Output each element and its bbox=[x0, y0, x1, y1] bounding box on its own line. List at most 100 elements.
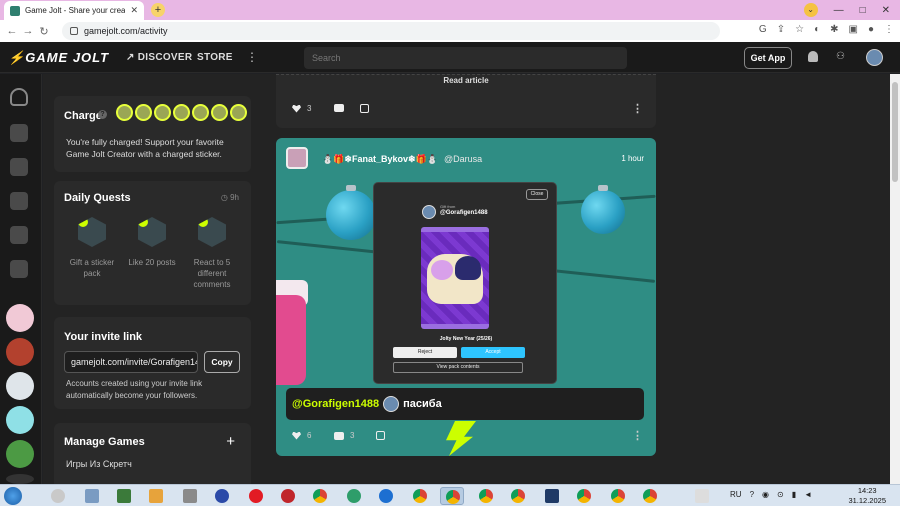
mention-link[interactable]: @Gorafigen1488 bbox=[292, 398, 379, 410]
help-icon[interactable]: ? bbox=[98, 110, 107, 119]
quest-item[interactable]: ✓ Gift a sticker pack bbox=[64, 217, 120, 279]
collection-icon[interactable] bbox=[10, 260, 28, 278]
chrome-icon[interactable] bbox=[308, 487, 332, 505]
quests-timer: ◷ 9h bbox=[220, 193, 239, 202]
taskbar-app[interactable] bbox=[112, 487, 136, 505]
library-icon[interactable] bbox=[10, 226, 28, 244]
chrome-icon[interactable] bbox=[572, 487, 596, 505]
puzzle-icon[interactable]: ✱ bbox=[830, 24, 838, 35]
extension-icon[interactable]: ◐ bbox=[814, 24, 820, 35]
discover-link[interactable]: ↗ DISCOVER bbox=[126, 52, 192, 63]
taskbar-app[interactable] bbox=[178, 487, 202, 505]
community-avatar[interactable] bbox=[6, 372, 34, 400]
volume-icon[interactable]: ◄ bbox=[804, 490, 812, 499]
chrome-icon[interactable] bbox=[638, 487, 662, 505]
gamejolt-logo[interactable]: ⚡GAME JOLT bbox=[8, 50, 109, 66]
menu-icon[interactable]: ⋮ bbox=[884, 24, 894, 35]
post-image[interactable]: Close Gift from @Gorafigen1488 Jolty New… bbox=[276, 180, 656, 385]
quest-item[interactable]: ✓ React to 5 different comments bbox=[184, 217, 240, 290]
post-options-icon[interactable]: ⋮ bbox=[632, 429, 643, 442]
taskbar-app[interactable] bbox=[210, 487, 234, 505]
like-button[interactable]: 3 bbox=[292, 104, 311, 113]
like-button[interactable]: 6 bbox=[292, 431, 311, 440]
store-icon[interactable] bbox=[10, 124, 28, 142]
language-indicator[interactable]: RU bbox=[730, 490, 742, 499]
add-game-button[interactable]: + bbox=[226, 433, 235, 450]
chrome-icon[interactable] bbox=[440, 487, 464, 505]
profile-icon[interactable]: ● bbox=[868, 24, 874, 35]
post-handle[interactable]: @Darusa bbox=[444, 154, 482, 164]
more-menu-icon[interactable]: ⋮ bbox=[246, 50, 258, 64]
system-clock[interactable]: 14:23 31.12.2025 bbox=[848, 486, 886, 506]
read-article-link[interactable]: Read article bbox=[276, 76, 656, 85]
opera-icon[interactable] bbox=[244, 487, 268, 505]
reload-icon[interactable]: ↻ bbox=[36, 25, 52, 38]
search-input[interactable]: Search bbox=[304, 47, 627, 69]
start-button[interactable] bbox=[4, 487, 22, 505]
chrome-icon[interactable] bbox=[474, 487, 498, 505]
taskbar-app[interactable] bbox=[144, 487, 168, 505]
taskbar-app[interactable] bbox=[46, 487, 70, 505]
community-avatar[interactable] bbox=[6, 338, 34, 366]
maximize-button[interactable]: □ bbox=[860, 5, 866, 16]
sticker-button[interactable] bbox=[360, 104, 369, 113]
taskbar-app[interactable] bbox=[276, 487, 300, 505]
browser-tab[interactable]: Game Jolt - Share your creations ✕ bbox=[4, 1, 144, 20]
game-item[interactable]: Игры Из Скретч bbox=[66, 458, 132, 470]
forward-icon[interactable]: → bbox=[20, 25, 36, 37]
sidebar-icon[interactable]: ▣ bbox=[849, 24, 858, 35]
network-icon[interactable]: ▮ bbox=[792, 490, 796, 499]
community-avatar[interactable] bbox=[6, 474, 34, 484]
friends-icon[interactable]: ⚇ bbox=[836, 51, 848, 63]
google-icon[interactable]: G bbox=[759, 24, 767, 35]
quest-item[interactable]: ✓ Like 20 posts bbox=[124, 217, 180, 268]
bookmark-star-icon[interactable]: ☆ bbox=[795, 24, 804, 35]
tray-icon[interactable]: ⊙ bbox=[777, 490, 784, 499]
back-icon[interactable]: ← bbox=[4, 25, 20, 37]
scrollbar-thumb[interactable] bbox=[892, 82, 898, 182]
store-link[interactable]: STORE bbox=[197, 52, 233, 63]
site-info-icon[interactable] bbox=[70, 27, 78, 35]
chrome-icon[interactable] bbox=[606, 487, 630, 505]
minimize-button[interactable]: — bbox=[834, 5, 844, 16]
taskbar-app[interactable] bbox=[540, 487, 564, 505]
reject-button[interactable]: Reject bbox=[393, 347, 457, 358]
page-scrollbar[interactable] bbox=[890, 74, 900, 484]
close-window-button[interactable]: ✕ bbox=[882, 5, 890, 16]
daily-quests-card: Daily Quests ◷ 9h ✓ Gift a sticker pack … bbox=[54, 181, 251, 305]
backpack-icon[interactable] bbox=[10, 158, 28, 176]
taskbar-app[interactable] bbox=[80, 487, 104, 505]
activity-icon[interactable] bbox=[10, 88, 28, 106]
get-app-button[interactable]: Get App bbox=[744, 47, 792, 69]
new-tab-button[interactable]: + bbox=[151, 3, 165, 17]
community-avatar[interactable] bbox=[6, 440, 34, 468]
post-options-icon[interactable]: ⋮ bbox=[632, 102, 643, 115]
tray-icon[interactable]: ◉ bbox=[762, 490, 769, 499]
address-bar[interactable]: gamejolt.com/activity bbox=[62, 22, 720, 40]
taskbar-app[interactable] bbox=[342, 487, 366, 505]
copy-button[interactable]: Copy bbox=[204, 351, 240, 373]
post-time[interactable]: 1 hour bbox=[621, 154, 644, 163]
taskbar-app[interactable] bbox=[690, 487, 714, 505]
community-avatar[interactable] bbox=[6, 304, 34, 332]
notifications-bell-icon[interactable] bbox=[808, 51, 818, 62]
chrome-icon[interactable] bbox=[506, 487, 530, 505]
accept-button[interactable]: Accept bbox=[461, 347, 525, 358]
author-avatar[interactable] bbox=[286, 147, 308, 169]
close-button[interactable]: Close bbox=[526, 189, 548, 200]
chrome-icon[interactable] bbox=[408, 487, 432, 505]
user-avatar[interactable] bbox=[866, 49, 883, 66]
sticker-button[interactable] bbox=[376, 431, 385, 440]
close-tab-icon[interactable]: ✕ bbox=[130, 5, 138, 16]
share-icon[interactable]: ⇪ bbox=[777, 24, 785, 35]
tab-search-icon[interactable]: ⌄ bbox=[803, 3, 818, 17]
help-tray-icon[interactable]: ? bbox=[750, 490, 754, 499]
taskbar-app[interactable] bbox=[374, 487, 398, 505]
view-pack-contents-button[interactable]: View pack contents bbox=[393, 362, 523, 373]
comment-button[interactable]: 3 bbox=[334, 431, 354, 440]
quests-icon[interactable] bbox=[10, 192, 28, 210]
comment-button[interactable] bbox=[334, 104, 344, 112]
community-avatar[interactable] bbox=[6, 406, 34, 434]
post-author[interactable]: ⛄🎁❄Fanat_Bykov❄🎁⛄ bbox=[322, 154, 438, 165]
invite-link-field[interactable]: gamejolt.com/invite/Gorafigen1488 bbox=[64, 351, 198, 373]
